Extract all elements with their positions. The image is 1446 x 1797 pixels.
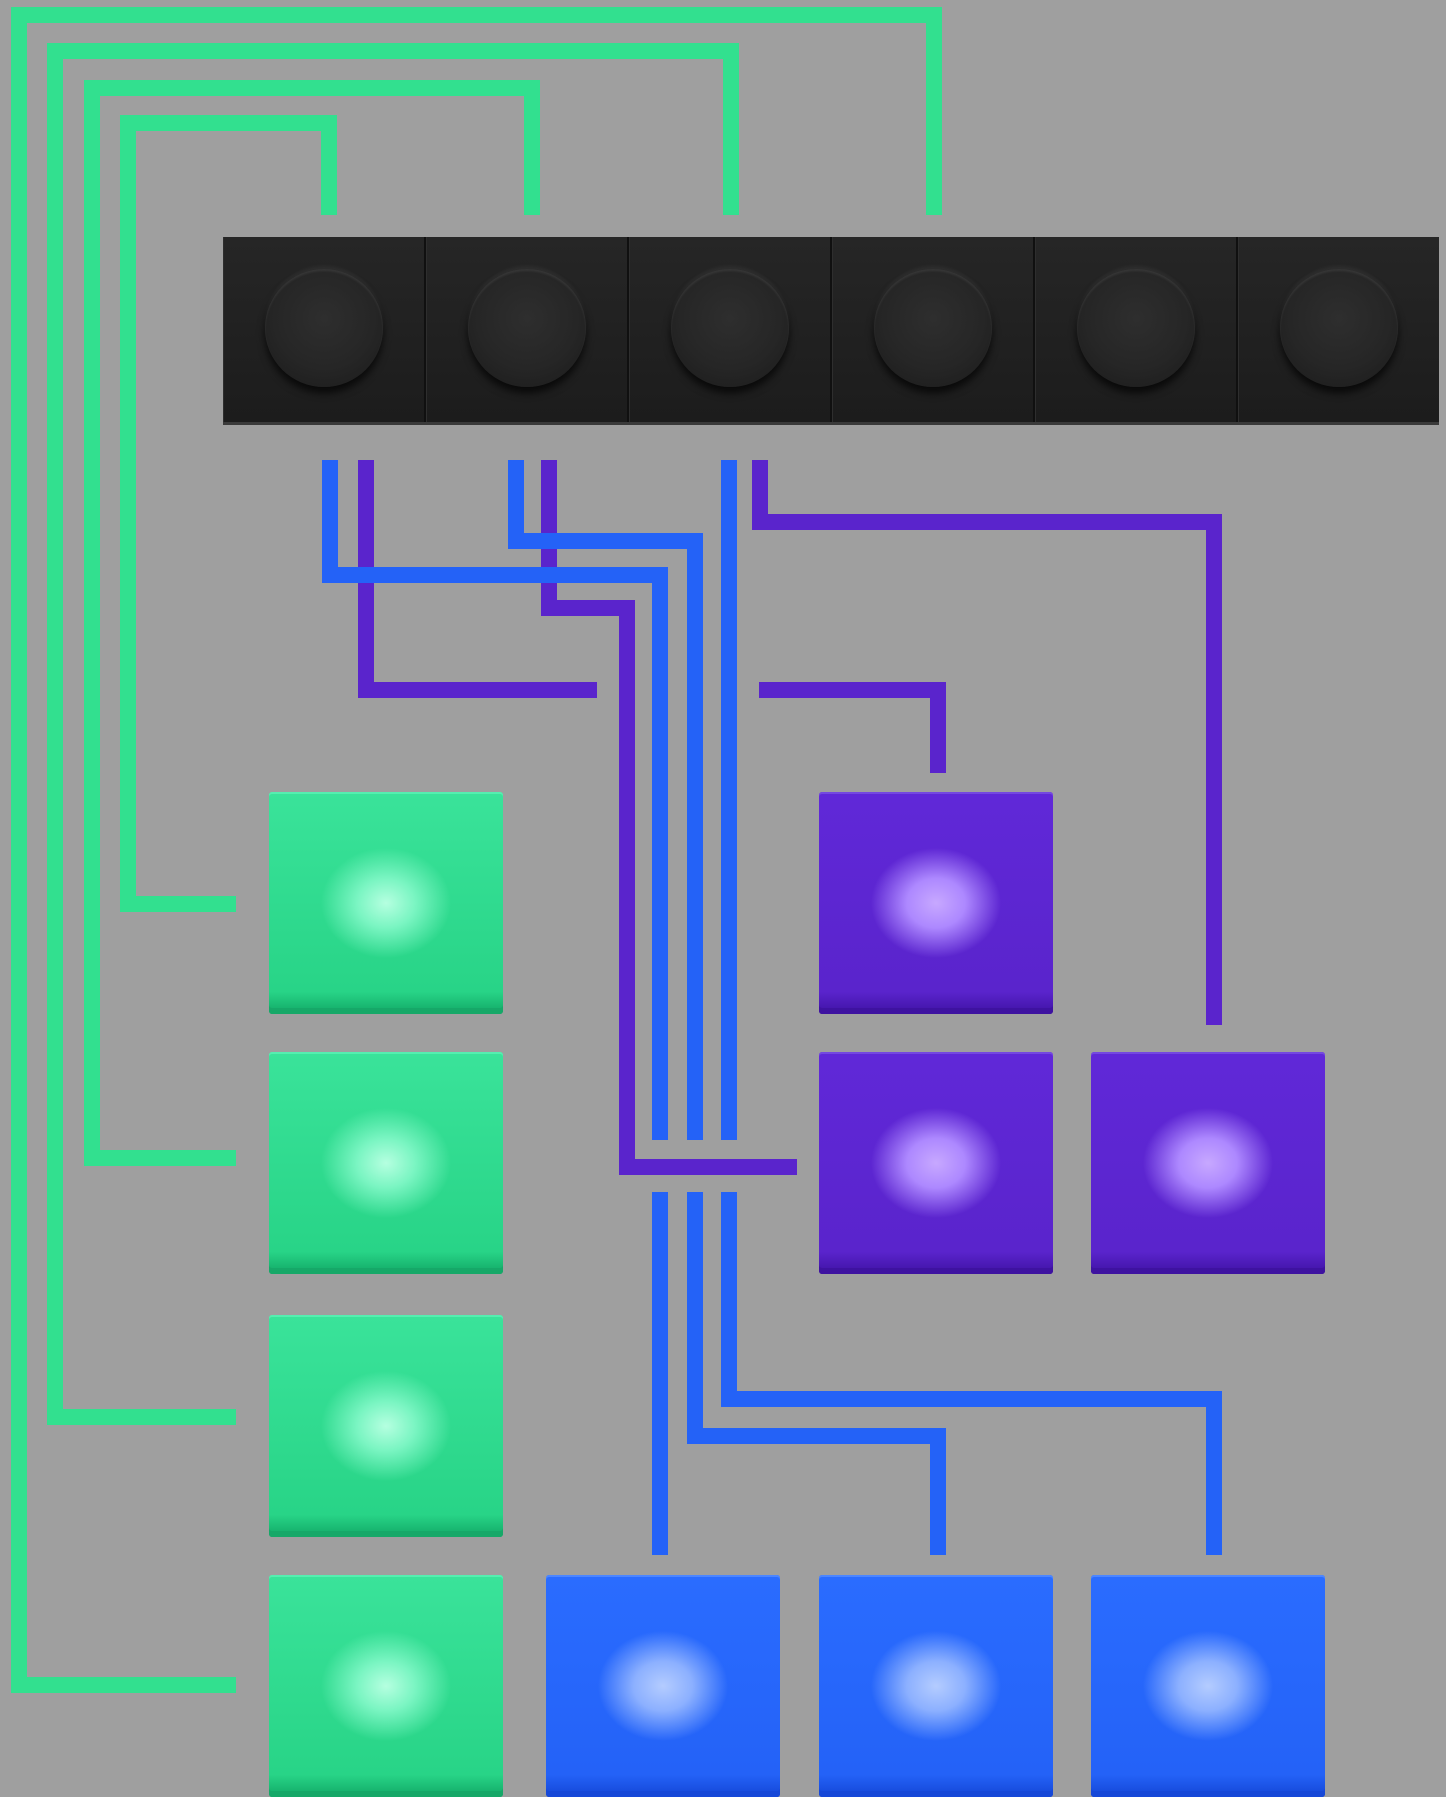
button-cell-1: [223, 237, 426, 422]
blue-pad-1[interactable]: [546, 1575, 780, 1797]
round-button-3[interactable]: [670, 268, 789, 387]
button-strip: [223, 237, 1439, 425]
purple-pad-1[interactable]: [819, 792, 1053, 1014]
round-button-4[interactable]: [873, 268, 992, 387]
button-cell-6: [1238, 237, 1439, 422]
round-button-6[interactable]: [1279, 268, 1398, 387]
green-pad-2[interactable]: [269, 1052, 503, 1274]
purple-pad-3[interactable]: [1091, 1052, 1325, 1274]
round-button-1[interactable]: [264, 268, 383, 387]
green-pad-4[interactable]: [269, 1575, 503, 1797]
button-cell-4: [832, 237, 1035, 422]
round-button-5[interactable]: [1076, 268, 1195, 387]
wiring-diagram: [0, 0, 1446, 1797]
blue-pad-3[interactable]: [1091, 1575, 1325, 1797]
button-cell-3: [629, 237, 832, 422]
purple-pad-2[interactable]: [819, 1052, 1053, 1274]
button-cell-5: [1035, 237, 1238, 422]
round-button-2[interactable]: [467, 268, 586, 387]
green-pad-1[interactable]: [269, 792, 503, 1014]
purple-wire-bridge: [759, 682, 946, 773]
green-pad-3[interactable]: [269, 1315, 503, 1537]
blue-pad-2[interactable]: [819, 1575, 1053, 1797]
purple-wire-button-2: [541, 460, 797, 1175]
button-cell-2: [426, 237, 629, 422]
